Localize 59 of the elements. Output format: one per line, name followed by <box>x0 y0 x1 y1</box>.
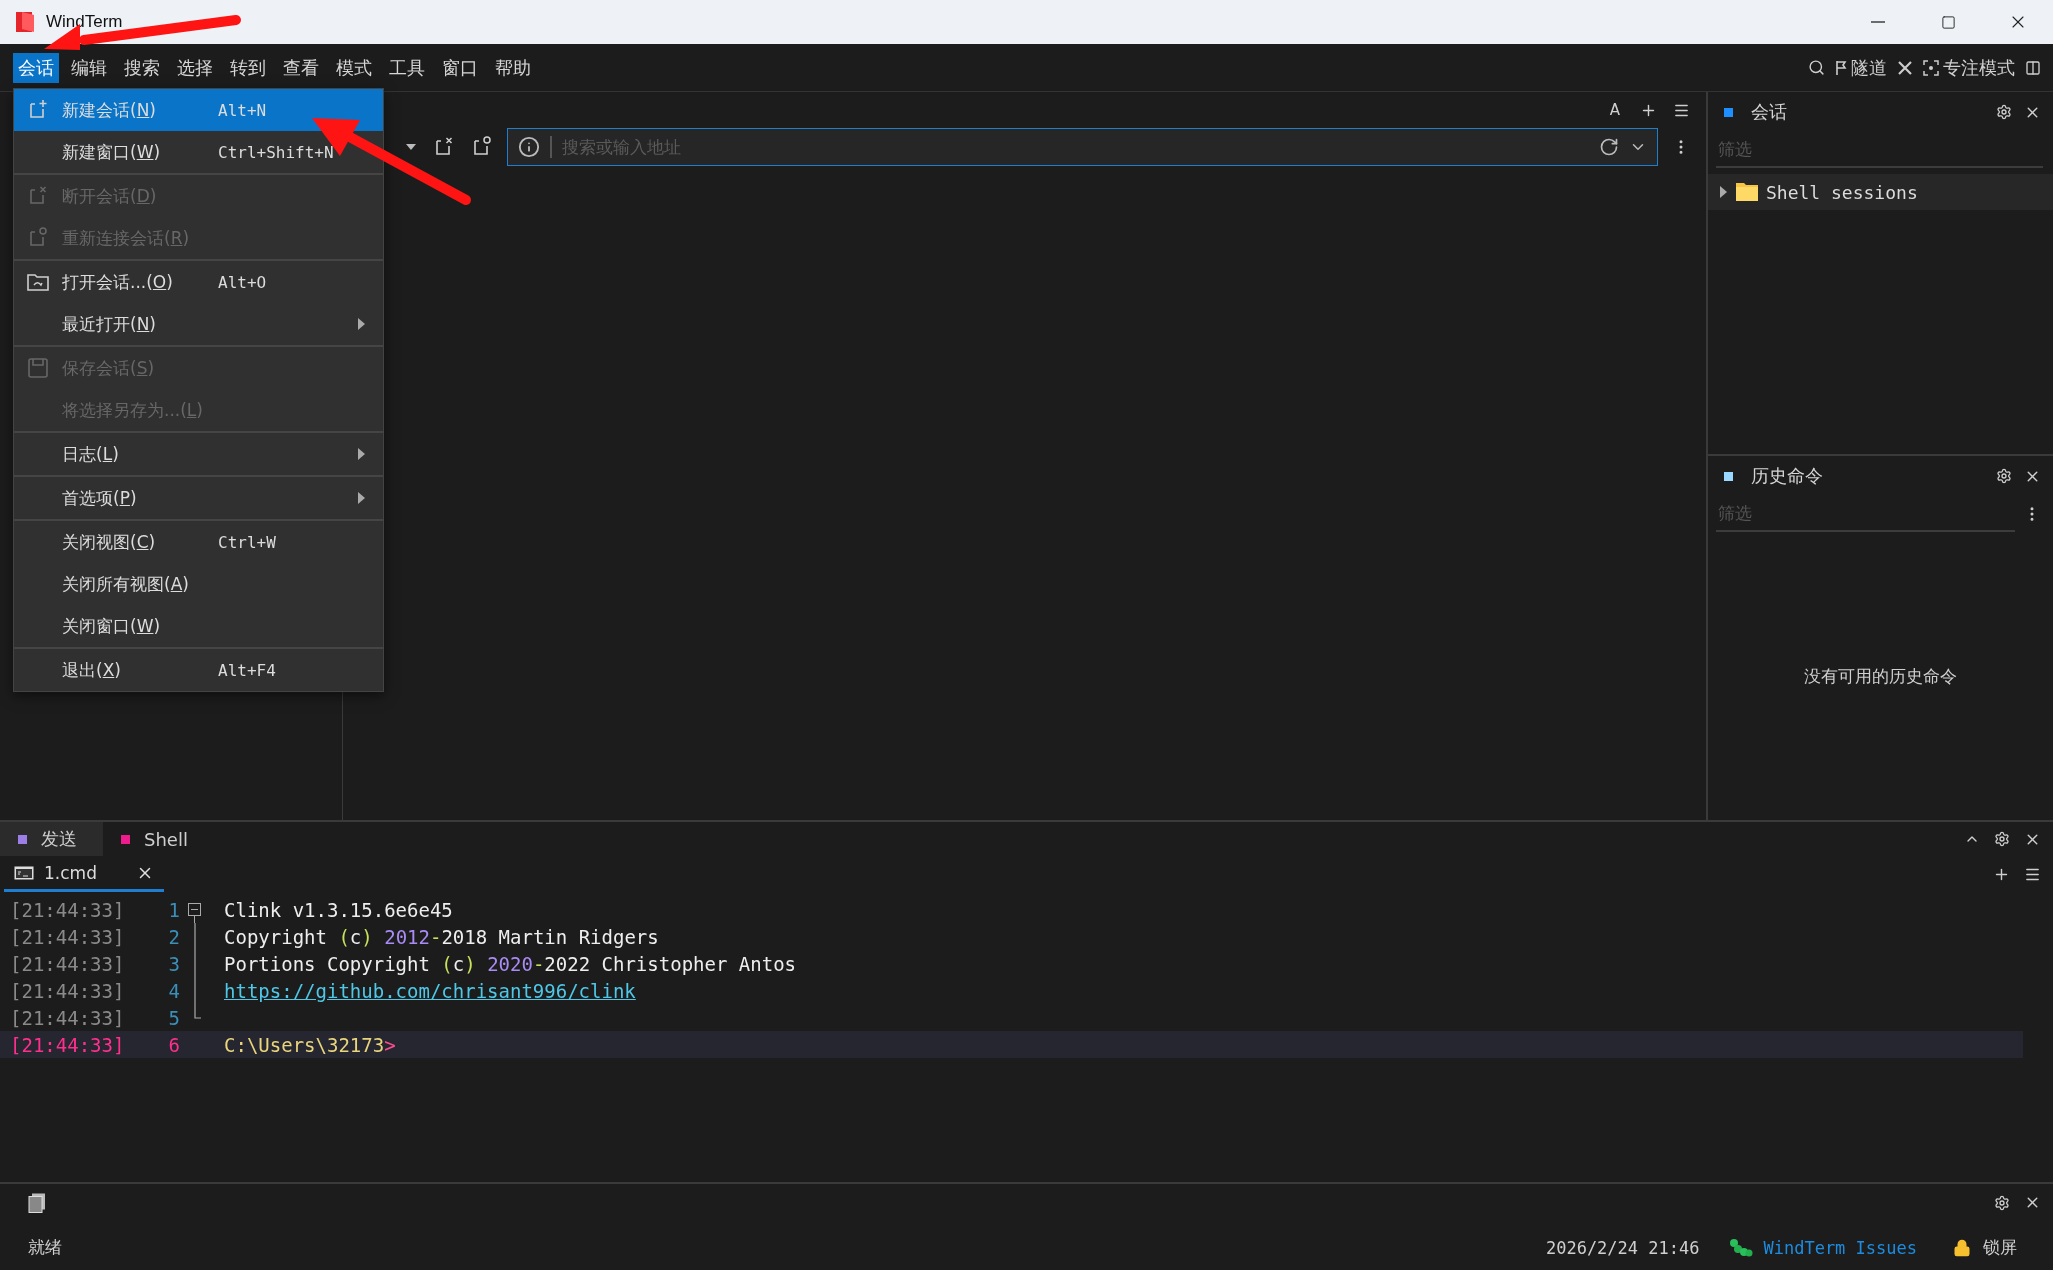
minimize-icon <box>1871 21 1885 23</box>
menu-item[interactable]: 关闭视图(C) Ctrl+W <box>14 521 383 563</box>
menu-item[interactable]: 新建会话(N) Alt+N <box>14 89 383 131</box>
status-text: 就绪 <box>28 1236 62 1259</box>
lock-icon <box>1953 1238 1971 1257</box>
terminal-line: [21:44:33] 5 <box>0 1004 2023 1031</box>
document-icon <box>28 1192 46 1213</box>
menu-item[interactable]: 最近打开(N) <box>14 303 383 345</box>
terminal-line: [21:44:33] 1 Clink v1.3.15.6e6e45 <box>9 897 454 923</box>
fold-toggle-icon[interactable] <box>188 903 202 923</box>
maximize-icon <box>1940 14 1956 30</box>
expand-arrow-icon[interactable] <box>1718 186 1728 198</box>
focus-icon <box>1923 59 1939 76</box>
tree-item[interactable]: Shell sessions <box>1708 174 2053 210</box>
settings-icon[interactable] <box>1994 466 2014 486</box>
panel-tab[interactable]: 发送 <box>0 822 103 856</box>
font-button[interactable]: A <box>1603 100 1626 120</box>
menubar-item[interactable]: 帮助 <box>490 52 536 83</box>
menubar-item[interactable]: 查看 <box>278 52 324 83</box>
window-title: WindTerm <box>46 12 124 32</box>
app-logo-icon <box>14 10 36 34</box>
focus-mode-button[interactable]: 专注模式 <box>1915 55 2023 80</box>
panel-title: 历史命令 <box>1751 464 1824 488</box>
menu-item[interactable]: 日志(L) <box>14 433 383 475</box>
menubar-item[interactable]: 搜索 <box>119 52 165 83</box>
terminal-line: [21:44:33] 2 Copyright (c) 2012-2018 Martin Ridgers <box>9 923 660 950</box>
console-icon <box>14 865 34 880</box>
panel-tab[interactable]: Shell <box>103 822 214 856</box>
save-icon <box>27 357 49 379</box>
settings-icon[interactable] <box>1994 102 2014 122</box>
menu-item[interactable]: 打开会话...(O) Alt+O <box>14 261 383 303</box>
caterpillar-icon <box>1729 1237 1754 1258</box>
folder-icon <box>26 271 50 293</box>
menubar-item[interactable]: 选择 <box>172 52 218 83</box>
settings-icon[interactable] <box>1992 829 2012 849</box>
menu-item[interactable]: 首选项(P) <box>14 477 383 519</box>
tunnel-button[interactable]: 隧道 <box>1827 55 1895 80</box>
menubar-item[interactable]: 窗口 <box>437 52 483 83</box>
panel-title: 会话 <box>1751 100 1788 124</box>
menubar-item[interactable]: 编辑 <box>66 52 112 83</box>
terminal-line: [21:44:33] 4 https://github.com/chrisant996/clink <box>9 977 637 1004</box>
menubar-item[interactable]: 会话 <box>13 52 59 83</box>
menu-item[interactable]: 关闭窗口(W) <box>14 605 383 647</box>
info-icon <box>518 136 540 158</box>
empty-message: 没有可用的历史命令 <box>1804 664 1957 688</box>
lock-screen-button[interactable]: 锁屏 <box>1947 1235 2023 1260</box>
folder-icon <box>1736 183 1758 201</box>
menu-item[interactable]: 退出(X) Alt+F4 <box>14 649 383 691</box>
refresh-icon[interactable] <box>1599 137 1619 157</box>
flag-icon <box>1835 59 1847 76</box>
menubar-item[interactable]: 模式 <box>331 52 377 83</box>
menu-item[interactable]: 关闭所有视图(A) <box>14 563 383 605</box>
menubar-item[interactable]: 工具 <box>384 52 430 83</box>
menubar-item[interactable]: 转到 <box>225 52 271 83</box>
terminal-line: [21:44:33] 3 Portions Copyright (c) 2020-2022 Christopher Antos <box>9 950 798 977</box>
terminal-tab[interactable]: 1.cmd <box>4 856 164 892</box>
status-datetime: 2026/2/24 21:46 <box>1545 1237 1700 1258</box>
issues-link[interactable]: WindTerm Issues <box>1729 1237 1917 1258</box>
menu-item[interactable]: 新建窗口(W) Ctrl+Shift+N <box>14 131 383 173</box>
